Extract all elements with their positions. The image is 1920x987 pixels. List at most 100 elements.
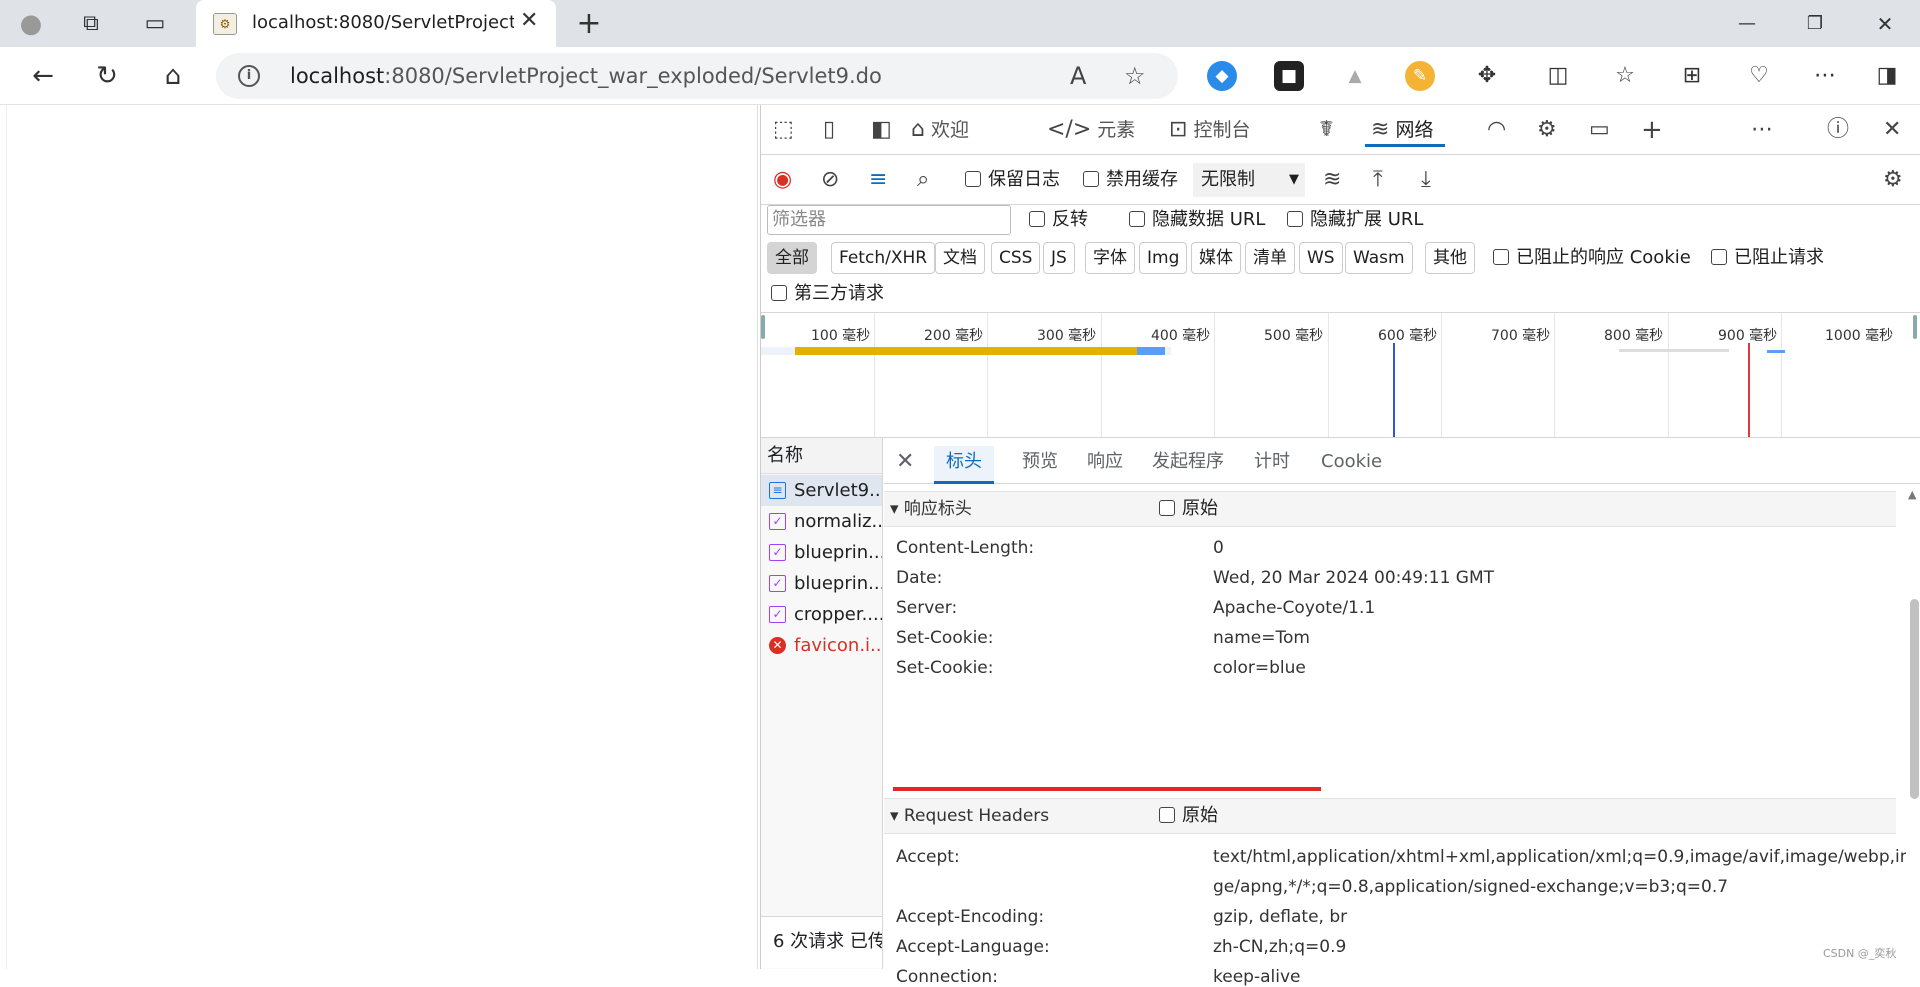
tab-initiator[interactable]: 发起程序: [1152, 446, 1224, 484]
url-text[interactable]: localhost:8080/ServletProject_war_explod…: [290, 64, 882, 88]
hide-data-urls-checkbox[interactable]: 隐藏数据 URL: [1129, 208, 1265, 232]
overview-left-handle[interactable]: [761, 315, 765, 339]
type-filter-doc[interactable]: 文档: [935, 242, 985, 274]
tab-close-icon[interactable]: ✕: [520, 8, 538, 33]
name-column-header[interactable]: 名称: [761, 438, 882, 474]
disable-cache-checkbox[interactable]: 禁用缓存: [1083, 168, 1178, 192]
type-filter-wasm[interactable]: Wasm: [1345, 242, 1413, 274]
minimize-button[interactable]: —: [1730, 7, 1764, 41]
checkbox[interactable]: [965, 170, 981, 187]
back-arrow-icon[interactable]: ←: [26, 59, 60, 93]
raw-toggle[interactable]: 原始: [1159, 804, 1218, 828]
type-filter-xhr[interactable]: Fetch/XHR: [831, 242, 936, 274]
third-party-checkbox[interactable]: 第三方请求: [771, 282, 884, 306]
checkbox[interactable]: [1711, 248, 1727, 265]
extension-shield-icon[interactable]: ◆: [1207, 61, 1237, 91]
throttling-select[interactable]: 无限制 ▼: [1193, 163, 1305, 197]
tab-welcome[interactable]: ⌂ 欢迎: [911, 113, 969, 147]
tab-console[interactable]: ⊡ 控制台: [1169, 113, 1250, 147]
request-row[interactable]: ✓ blueprin...: [761, 537, 882, 568]
raw-toggle[interactable]: 原始: [1159, 497, 1218, 521]
active-tab[interactable]: ⚙ localhost:8080/ServletProject_wa ✕: [196, 0, 556, 47]
memory-icon[interactable]: ⚙: [1537, 113, 1557, 147]
add-tool-icon[interactable]: +: [1641, 113, 1663, 147]
restore-button[interactable]: ❐: [1798, 7, 1832, 41]
overview-right-handle[interactable]: [1913, 315, 1917, 339]
favorites-icon[interactable]: ☆: [1610, 61, 1640, 91]
hide-ext-urls-checkbox[interactable]: 隐藏扩展 URL: [1287, 208, 1423, 232]
request-row[interactable]: ≡ Servlet9....: [761, 475, 882, 506]
network-overview-timeline[interactable]: 100 毫秒 200 毫秒 300 毫秒 400 毫秒 500 毫秒 600 毫…: [761, 312, 1920, 438]
help-icon[interactable]: ⓘ: [1827, 113, 1849, 147]
checkbox[interactable]: [1493, 248, 1509, 265]
browser-essentials-icon[interactable]: ♡: [1744, 61, 1774, 91]
read-aloud-icon[interactable]: A: [1070, 62, 1086, 90]
settings-gear-icon[interactable]: ⚙: [1883, 163, 1903, 197]
type-filter-ws[interactable]: WS: [1299, 242, 1343, 274]
profile-avatar-icon[interactable]: ●: [14, 7, 48, 41]
home-icon[interactable]: ⌂: [156, 59, 190, 93]
export-har-icon[interactable]: ⤓: [1421, 163, 1431, 197]
close-window-button[interactable]: ✕: [1868, 7, 1902, 41]
checkbox[interactable]: [771, 284, 787, 301]
tab-timing[interactable]: 计时: [1254, 446, 1290, 484]
more-options-icon[interactable]: ⋯: [1810, 61, 1840, 91]
close-detail-icon[interactable]: ✕: [896, 446, 914, 484]
clear-icon[interactable]: ⊘: [821, 163, 839, 197]
checkbox[interactable]: [1129, 210, 1145, 227]
type-filter-img[interactable]: Img: [1139, 242, 1188, 274]
checkbox[interactable]: [1159, 806, 1175, 823]
checkbox[interactable]: [1083, 170, 1099, 187]
extension-yellow-icon[interactable]: ✎: [1405, 61, 1435, 91]
type-filter-js[interactable]: JS: [1043, 242, 1075, 274]
type-filter-media[interactable]: 媒体: [1191, 242, 1241, 274]
application-icon[interactable]: ▭: [1589, 113, 1610, 147]
tab-response[interactable]: 响应: [1087, 446, 1123, 484]
extension-grey-icon[interactable]: ▲: [1340, 61, 1370, 91]
extension-dice-icon[interactable]: ■: [1274, 61, 1304, 91]
request-row[interactable]: ✓ normaliz...: [761, 506, 882, 537]
workspaces-icon[interactable]: ⧉: [74, 7, 108, 41]
scroll-up-icon[interactable]: ▲: [1908, 488, 1916, 501]
request-row[interactable]: ✕ favicon.i...: [761, 630, 882, 661]
request-row[interactable]: ✓ blueprin...: [761, 568, 882, 599]
tab-network[interactable]: ≋ 网络: [1365, 113, 1446, 147]
address-bar[interactable]: i localhost:8080/ServletProject_war_expl…: [216, 53, 1178, 99]
type-filter-css[interactable]: CSS: [991, 242, 1041, 274]
detail-scrollbar[interactable]: ▲: [1906, 484, 1920, 969]
blocked-cookies-checkbox[interactable]: 已阻止的响应 Cookie: [1493, 246, 1691, 270]
collections-icon[interactable]: ⊞: [1677, 61, 1707, 91]
bug-icon[interactable]: ☤: [1319, 113, 1334, 147]
new-tab-button[interactable]: +: [572, 7, 606, 41]
dock-side-icon[interactable]: ◧: [871, 113, 892, 147]
filter-icon[interactable]: ≡: [869, 163, 887, 197]
close-devtools-icon[interactable]: ✕: [1883, 113, 1901, 147]
favorite-star-icon[interactable]: ☆: [1124, 62, 1146, 90]
checkbox[interactable]: [1159, 499, 1175, 516]
preserve-log-checkbox[interactable]: 保留日志: [965, 168, 1060, 192]
tab-cookies[interactable]: Cookie: [1321, 446, 1382, 484]
type-filter-font[interactable]: 字体: [1085, 242, 1135, 274]
checkbox[interactable]: [1029, 210, 1045, 227]
extensions-puzzle-icon[interactable]: ✥: [1472, 61, 1502, 91]
invert-checkbox[interactable]: 反转: [1029, 208, 1088, 232]
tab-headers[interactable]: 标头: [934, 446, 994, 484]
refresh-icon[interactable]: ↻: [90, 59, 124, 93]
split-screen-icon[interactable]: ◫: [1543, 61, 1573, 91]
site-info-icon[interactable]: i: [238, 65, 260, 87]
tab-elements[interactable]: </> 元素: [1047, 113, 1135, 147]
performance-icon[interactable]: ◠: [1487, 113, 1506, 147]
search-icon[interactable]: ⌕: [917, 163, 929, 197]
device-emulation-icon[interactable]: ▯: [823, 113, 835, 147]
inspect-element-icon[interactable]: ⬚: [773, 113, 794, 147]
request-headers-section[interactable]: ▾ Request Headers 原始: [884, 798, 1896, 834]
request-row[interactable]: ✓ cropper....: [761, 599, 882, 630]
vertical-tabs-icon[interactable]: ▭: [138, 7, 172, 41]
blocked-requests-checkbox[interactable]: 已阻止请求: [1711, 246, 1824, 270]
import-har-icon[interactable]: ⤒: [1373, 163, 1383, 197]
type-filter-all[interactable]: 全部: [767, 242, 817, 274]
record-icon[interactable]: ◉: [773, 163, 792, 197]
type-filter-other[interactable]: 其他: [1425, 242, 1475, 274]
more-tools-icon[interactable]: ⋯: [1751, 113, 1773, 147]
type-filter-manifest[interactable]: 清单: [1245, 242, 1295, 274]
